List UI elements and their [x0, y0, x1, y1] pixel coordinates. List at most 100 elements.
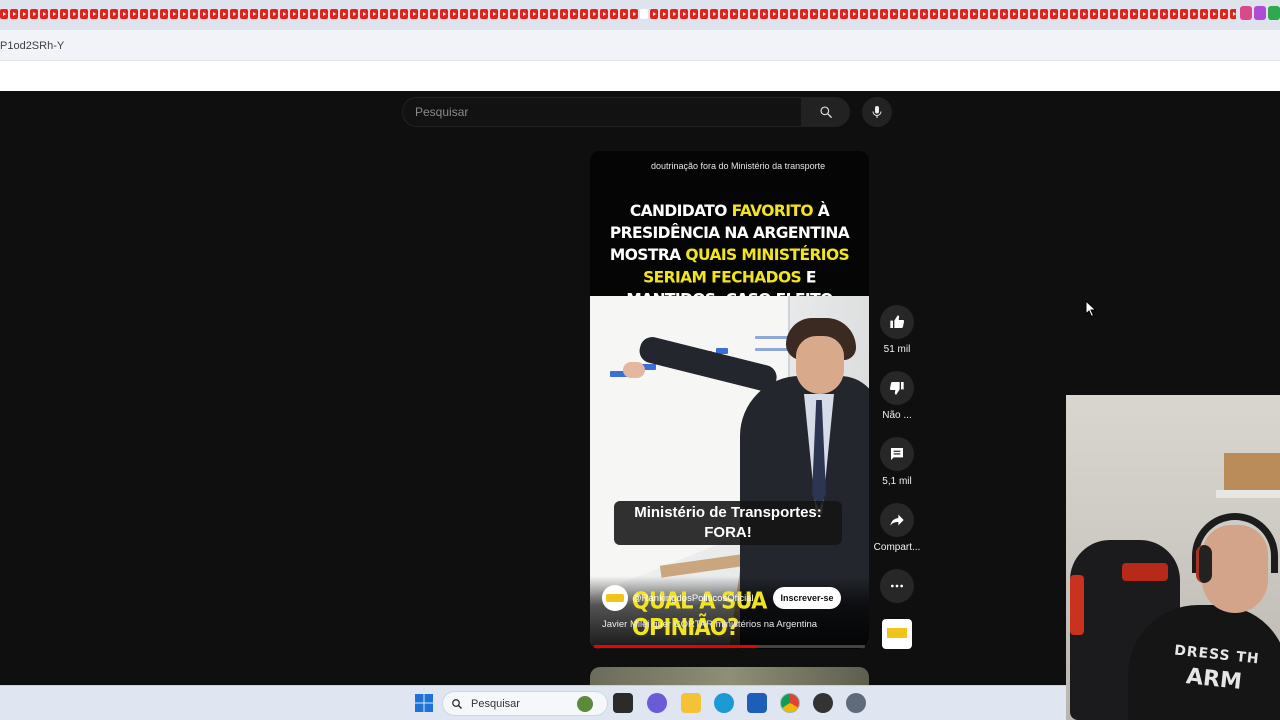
youtube-tab-favicon-icon[interactable] — [640, 9, 648, 19]
youtube-tab-favicon-icon[interactable] — [260, 9, 268, 19]
youtube-tab-favicon-icon[interactable] — [690, 9, 698, 19]
youtube-tab-favicon-icon[interactable] — [240, 9, 248, 19]
youtube-tab-favicon-icon[interactable] — [1090, 9, 1098, 19]
store-icon[interactable] — [747, 693, 767, 713]
youtube-tab-favicon-icon[interactable] — [70, 9, 78, 19]
taskbar-search[interactable]: Pesquisar — [442, 691, 608, 716]
youtube-tab-favicon-icon[interactable] — [1140, 9, 1148, 19]
youtube-tab-favicon-icon[interactable] — [1040, 9, 1048, 19]
chrome-browser-icon[interactable] — [780, 693, 800, 713]
youtube-tab-favicon-icon[interactable] — [370, 9, 378, 19]
youtube-tab-favicon-icon[interactable] — [510, 9, 518, 19]
youtube-tab-favicon-icon[interactable] — [380, 9, 388, 19]
youtube-tab-favicon-icon[interactable] — [970, 9, 978, 19]
more-options-button[interactable] — [880, 569, 914, 603]
youtube-tab-favicon-icon[interactable] — [90, 9, 98, 19]
youtube-tab-favicon-icon[interactable] — [520, 9, 528, 19]
youtube-tab-favicon-icon[interactable] — [80, 9, 88, 19]
youtube-tab-favicon-icon[interactable] — [880, 9, 888, 19]
youtube-tab-favicon-icon[interactable] — [1170, 9, 1178, 19]
youtube-tab-favicon-icon[interactable] — [30, 9, 38, 19]
youtube-tab-favicon-icon[interactable] — [1100, 9, 1108, 19]
youtube-tab-favicon-icon[interactable] — [680, 9, 688, 19]
youtube-tab-favicon-icon[interactable] — [1200, 9, 1208, 19]
channel-avatar[interactable] — [602, 585, 628, 611]
youtube-tab-favicon-icon[interactable] — [170, 9, 178, 19]
youtube-tab-favicon-icon[interactable] — [190, 9, 198, 19]
youtube-tab-favicon-icon[interactable] — [340, 9, 348, 19]
youtube-tab-favicon-icon[interactable] — [630, 9, 638, 19]
youtube-tab-favicon-icon[interactable] — [10, 9, 18, 19]
voice-search-button[interactable] — [862, 97, 892, 127]
youtube-tab-favicon-icon[interactable] — [980, 9, 988, 19]
youtube-tab-favicon-icon[interactable] — [1210, 9, 1218, 19]
youtube-tab-favicon-icon[interactable] — [760, 9, 768, 19]
youtube-tab-favicon-icon[interactable] — [830, 9, 838, 19]
youtube-tab-favicon-icon[interactable] — [600, 9, 608, 19]
youtube-tab-favicon-icon[interactable] — [820, 9, 828, 19]
youtube-tab-favicon-icon[interactable] — [60, 9, 68, 19]
youtube-tab-favicon-icon[interactable] — [1000, 9, 1008, 19]
youtube-tab-favicon-icon[interactable] — [210, 9, 218, 19]
youtube-tab-favicon-icon[interactable] — [1020, 9, 1028, 19]
youtube-tab-favicon-icon[interactable] — [650, 9, 658, 19]
youtube-tab-favicon-icon[interactable] — [20, 9, 28, 19]
youtube-tab-favicon-icon[interactable] — [320, 9, 328, 19]
youtube-tab-favicon-icon[interactable] — [360, 9, 368, 19]
dislike-button[interactable] — [880, 371, 914, 405]
youtube-tab-favicon-icon[interactable] — [670, 9, 678, 19]
channel-name[interactable]: @RankingdosPoliticosOficial — [632, 593, 754, 604]
youtube-tab-favicon-icon[interactable] — [1150, 9, 1158, 19]
youtube-tab-favicon-icon[interactable] — [1120, 9, 1128, 19]
youtube-tab-favicon-icon[interactable] — [940, 9, 948, 19]
youtube-tab-favicon-icon[interactable] — [310, 9, 318, 19]
youtube-tab-favicon-icon[interactable] — [570, 9, 578, 19]
audio-thumbnail[interactable] — [882, 619, 912, 649]
youtube-tab-favicon-icon[interactable] — [40, 9, 48, 19]
video-progress-bar[interactable] — [594, 645, 865, 648]
youtube-tab-favicon-icon[interactable] — [100, 9, 108, 19]
youtube-tab-favicon-icon[interactable] — [1010, 9, 1018, 19]
youtube-tab-favicon-icon[interactable] — [480, 9, 488, 19]
youtube-tab-favicon-icon[interactable] — [130, 9, 138, 19]
search-button[interactable] — [802, 97, 850, 127]
youtube-tab-favicon-icon[interactable] — [960, 9, 968, 19]
youtube-tab-favicon-icon[interactable] — [1080, 9, 1088, 19]
youtube-tab-favicon-icon[interactable] — [0, 9, 8, 19]
youtube-tab-favicon-icon[interactable] — [800, 9, 808, 19]
youtube-tab-favicon-icon[interactable] — [470, 9, 478, 19]
youtube-tab-favicon-icon[interactable] — [110, 9, 118, 19]
youtube-tab-favicon-icon[interactable] — [1190, 9, 1198, 19]
youtube-tab-favicon-icon[interactable] — [950, 9, 958, 19]
youtube-tab-favicon-icon[interactable] — [560, 9, 568, 19]
youtube-tab-favicon-icon[interactable] — [300, 9, 308, 19]
youtube-tab-favicon-icon[interactable] — [1060, 9, 1068, 19]
youtube-tab-favicon-icon[interactable] — [790, 9, 798, 19]
file-explorer-icon[interactable] — [681, 693, 701, 713]
comments-button[interactable] — [880, 437, 914, 471]
youtube-tab-favicon-icon[interactable] — [930, 9, 938, 19]
youtube-tab-favicon-icon[interactable] — [870, 9, 878, 19]
short-video-player[interactable]: doutrinação fora do Ministério da transp… — [590, 151, 869, 649]
youtube-tab-favicon-icon[interactable] — [720, 9, 728, 19]
youtube-tab-favicon-icon[interactable] — [860, 9, 868, 19]
instagram-icon[interactable] — [1254, 6, 1266, 20]
obs-icon[interactable] — [813, 693, 833, 713]
youtube-tab-favicon-icon[interactable] — [490, 9, 498, 19]
edge-browser-icon[interactable] — [714, 693, 734, 713]
youtube-tab-favicon-icon[interactable] — [250, 9, 258, 19]
youtube-tab-favicon-icon[interactable] — [770, 9, 778, 19]
youtube-tab-favicon-icon[interactable] — [850, 9, 858, 19]
youtube-tab-favicon-icon[interactable] — [150, 9, 158, 19]
instagram-icon[interactable] — [1240, 6, 1252, 20]
youtube-tab-favicon-icon[interactable] — [270, 9, 278, 19]
youtube-tab-favicon-icon[interactable] — [440, 9, 448, 19]
youtube-tab-favicon-icon[interactable] — [550, 9, 558, 19]
youtube-tab-favicon-icon[interactable] — [290, 9, 298, 19]
extension-icon[interactable] — [1268, 6, 1280, 20]
youtube-tab-favicon-icon[interactable] — [890, 9, 898, 19]
youtube-tab-favicon-icon[interactable] — [780, 9, 788, 19]
youtube-tab-favicon-icon[interactable] — [420, 9, 428, 19]
youtube-tab-favicon-icon[interactable] — [590, 9, 598, 19]
youtube-tab-favicon-icon[interactable] — [710, 9, 718, 19]
